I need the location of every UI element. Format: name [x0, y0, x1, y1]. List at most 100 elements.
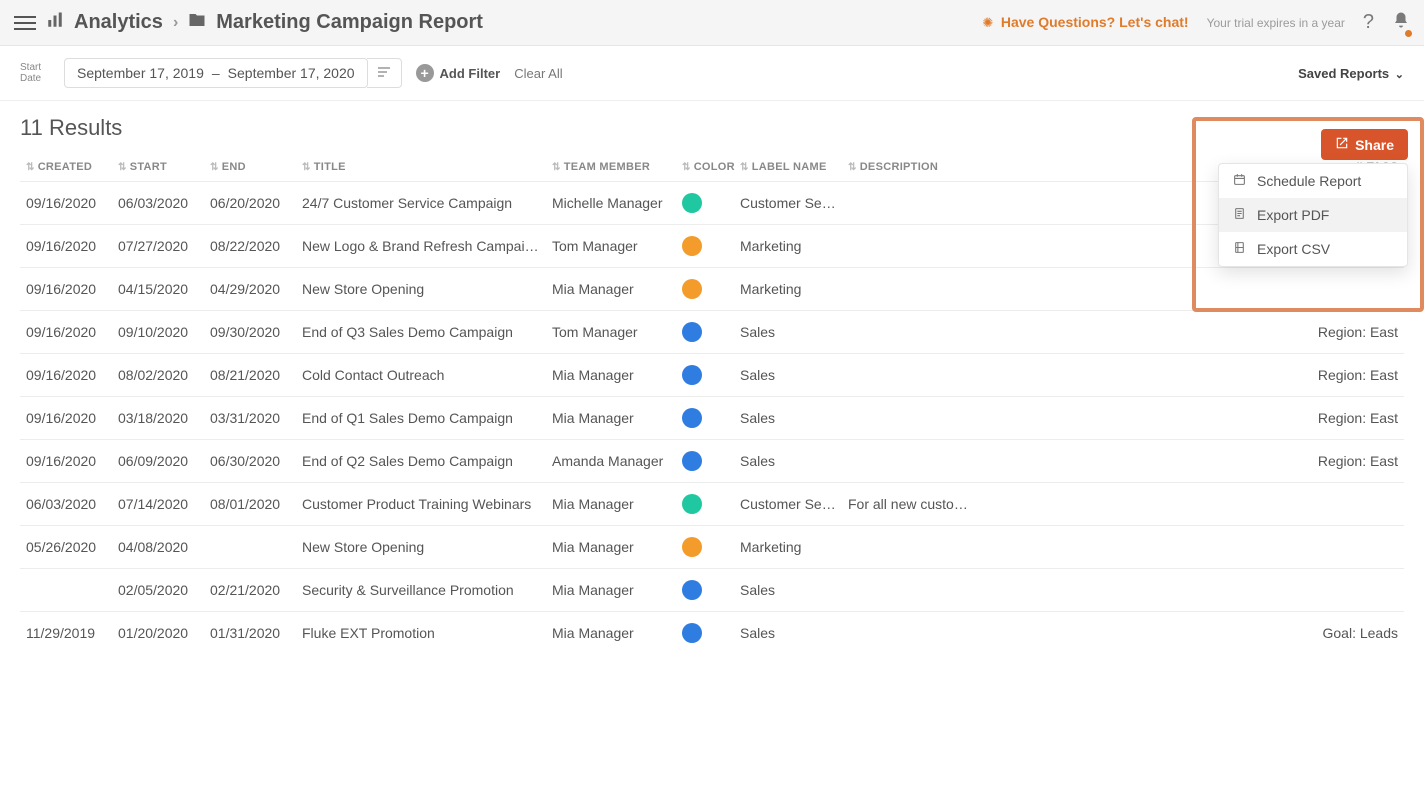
col-start[interactable]: ⇅START [112, 153, 204, 182]
folder-icon [188, 11, 206, 34]
table-row[interactable]: 09/16/202006/03/202006/20/202024/7 Custo… [20, 182, 1404, 225]
cell-end: 06/30/2020 [204, 440, 296, 483]
cell-color [676, 440, 734, 483]
help-icon[interactable]: ? [1363, 11, 1374, 34]
cell-title: Cold Contact Outreach [296, 354, 546, 397]
cell-created: 09/16/2020 [20, 225, 112, 268]
table-row[interactable]: 09/16/202009/10/202009/30/2020End of Q3 … [20, 311, 1404, 354]
table-row[interactable]: 09/16/202006/09/202006/30/2020End of Q2 … [20, 440, 1404, 483]
results-count: 11 Results [20, 115, 1404, 141]
table-row[interactable]: 09/16/202003/18/202003/31/2020End of Q1 … [20, 397, 1404, 440]
color-dot [682, 408, 702, 428]
cell-start: 01/20/2020 [112, 612, 204, 655]
color-dot [682, 537, 702, 557]
cell-tags [974, 483, 1404, 526]
col-description[interactable]: ⇅DESCRIPTION [842, 153, 974, 182]
table-row[interactable]: 06/03/202007/14/202008/01/2020Customer P… [20, 483, 1404, 526]
cell-label: Sales [734, 397, 842, 440]
cell-label: Sales [734, 612, 842, 655]
cell-desc [842, 182, 974, 225]
table-row[interactable]: 02/05/202002/21/2020Security & Surveilla… [20, 569, 1404, 612]
add-filter-button[interactable]: + Add Filter [416, 64, 501, 82]
cell-end: 08/21/2020 [204, 354, 296, 397]
pdf-icon [1233, 207, 1247, 223]
cell-color [676, 612, 734, 655]
table-row[interactable]: 09/16/202008/02/202008/21/2020Cold Conta… [20, 354, 1404, 397]
cell-desc [842, 311, 974, 354]
cell-label: Marketing [734, 268, 842, 311]
cell-created: 09/16/2020 [20, 354, 112, 397]
col-label-name[interactable]: ⇅LABEL NAME [734, 153, 842, 182]
col-team-member[interactable]: ⇅TEAM MEMBER [546, 153, 676, 182]
analytics-icon [46, 11, 64, 34]
cell-color [676, 483, 734, 526]
breadcrumb-analytics[interactable]: Analytics [74, 11, 163, 34]
table-row[interactable]: 05/26/202004/08/2020New Store OpeningMia… [20, 526, 1404, 569]
hamburger-menu-icon[interactable] [14, 12, 36, 34]
cell-tags: Region: East [974, 440, 1404, 483]
cell-start: 02/05/2020 [112, 569, 204, 612]
cell-title: 24/7 Customer Service Campaign [296, 182, 546, 225]
table-row[interactable]: 11/29/201901/20/202001/31/2020Fluke EXT … [20, 612, 1404, 655]
cell-title: Customer Product Training Webinars [296, 483, 546, 526]
color-dot [682, 322, 702, 342]
cell-label: Sales [734, 354, 842, 397]
export-pdf-item[interactable]: Export PDF [1219, 198, 1407, 232]
cell-created [20, 569, 112, 612]
date-range-picker[interactable]: September 17, 2019 – September 17, 2020 [64, 58, 368, 88]
cell-member: Mia Manager [546, 483, 676, 526]
share-button[interactable]: Share [1321, 129, 1408, 160]
col-created[interactable]: ⇅CREATED [20, 153, 112, 182]
cell-desc [842, 569, 974, 612]
cell-label: Sales [734, 569, 842, 612]
cell-label: Sales [734, 311, 842, 354]
cell-start: 09/10/2020 [112, 311, 204, 354]
cell-desc [842, 268, 974, 311]
col-color[interactable]: ⇅COLOR [676, 153, 734, 182]
clear-all-button[interactable]: Clear All [514, 66, 562, 81]
sort-button[interactable] [367, 58, 402, 88]
cell-created: 11/29/2019 [20, 612, 112, 655]
cell-member: Amanda Manager [546, 440, 676, 483]
col-end[interactable]: ⇅END [204, 153, 296, 182]
cell-desc [842, 526, 974, 569]
cell-tags: Goal: Leads [974, 612, 1404, 655]
cell-title: New Store Opening [296, 526, 546, 569]
cell-color [676, 311, 734, 354]
cell-color [676, 354, 734, 397]
cell-title: New Logo & Brand Refresh Campaign [296, 225, 546, 268]
color-dot [682, 365, 702, 385]
chevron-down-icon: ⌄ [1395, 69, 1404, 81]
cell-member: Tom Manager [546, 311, 676, 354]
cell-start: 07/14/2020 [112, 483, 204, 526]
col-title[interactable]: ⇅TITLE [296, 153, 546, 182]
breadcrumb-report[interactable]: Marketing Campaign Report [216, 11, 483, 34]
table-row[interactable]: 09/16/202007/27/202008/22/2020New Logo &… [20, 225, 1404, 268]
cell-title: End of Q2 Sales Demo Campaign [296, 440, 546, 483]
cell-member: Tom Manager [546, 225, 676, 268]
chat-link[interactable]: ✺ Have Questions? Let's chat! [982, 14, 1188, 31]
export-csv-item[interactable]: Export CSV [1219, 232, 1407, 266]
cell-member: Mia Manager [546, 526, 676, 569]
cell-created: 09/16/2020 [20, 311, 112, 354]
breadcrumb: Analytics › Marketing Campaign Report [46, 11, 483, 34]
cell-end: 04/29/2020 [204, 268, 296, 311]
cell-member: Mia Manager [546, 612, 676, 655]
cell-created: 09/16/2020 [20, 268, 112, 311]
cell-desc [842, 354, 974, 397]
cell-end: 06/20/2020 [204, 182, 296, 225]
notifications-icon[interactable] [1392, 11, 1410, 35]
cell-label: Marketing [734, 526, 842, 569]
table-row[interactable]: 09/16/202004/15/202004/29/2020New Store … [20, 268, 1404, 311]
cell-label: Customer Serv… [734, 483, 842, 526]
cell-created: 09/16/2020 [20, 440, 112, 483]
chat-icon: ✺ [982, 15, 993, 30]
saved-reports-dropdown[interactable]: Saved Reports ⌄ [1298, 66, 1404, 81]
cell-title: Security & Surveillance Promotion [296, 569, 546, 612]
cell-member: Mia Manager [546, 354, 676, 397]
cell-desc [842, 440, 974, 483]
schedule-report-item[interactable]: Schedule Report [1219, 164, 1407, 198]
cell-created: 09/16/2020 [20, 397, 112, 440]
cell-tags [974, 268, 1404, 311]
cell-color [676, 182, 734, 225]
